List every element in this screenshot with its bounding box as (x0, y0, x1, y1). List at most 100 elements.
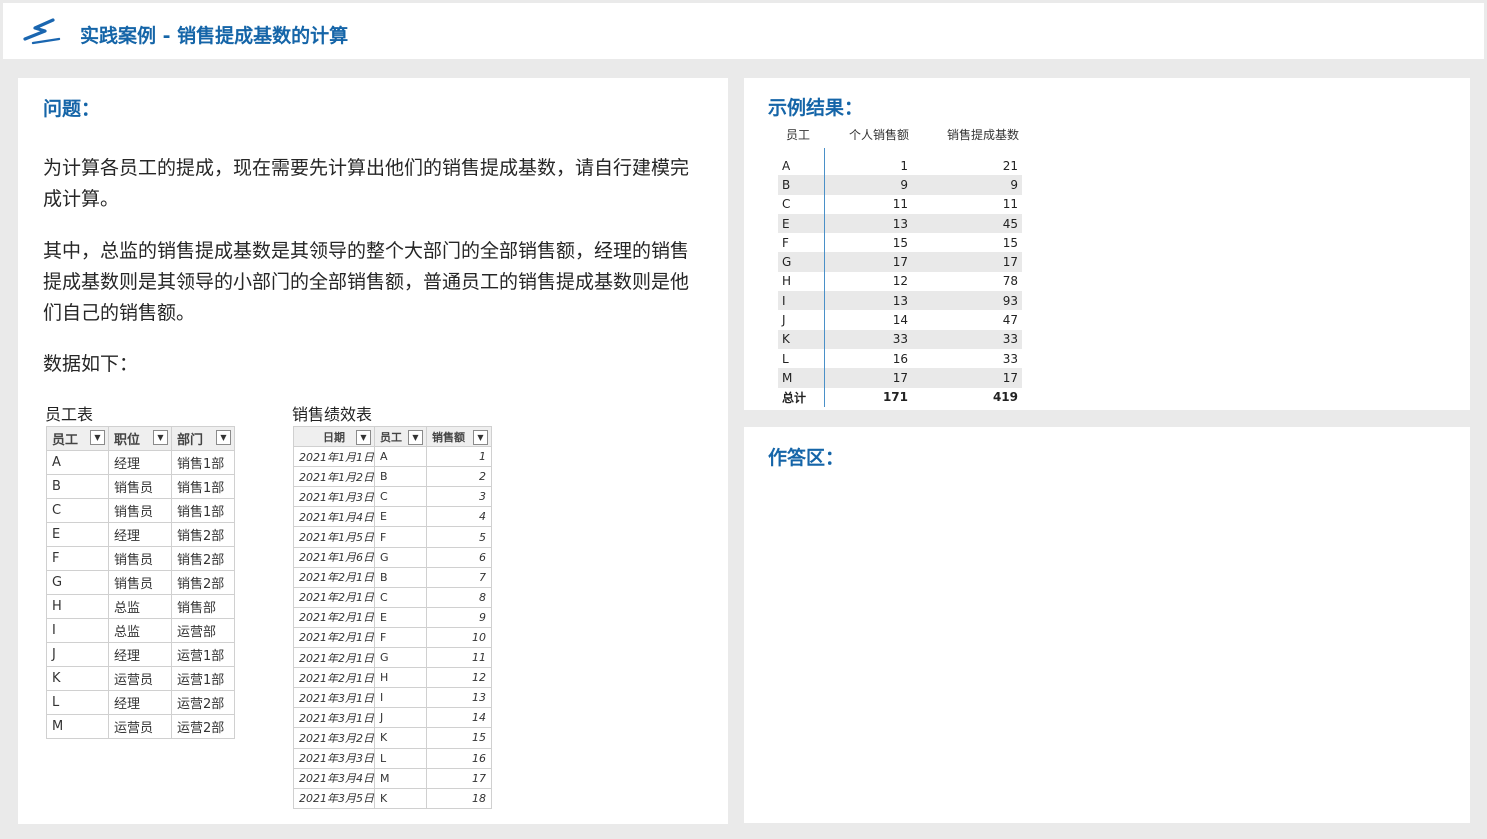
table-cell: 33 (824, 329, 912, 349)
employee-table-caption: 员工表 (45, 405, 94, 424)
table-cell: 2021年3月5日 (293, 787, 375, 809)
table-row: 2021年1月4日 E 4 (293, 506, 492, 528)
table-cell: 4 (426, 506, 492, 528)
table-cell: 销售1部 (171, 450, 235, 475)
table-cell: 17 (426, 767, 492, 789)
table-cell: 销售员 (108, 546, 172, 571)
table-row: 2021年3月2日 K 15 (293, 727, 492, 749)
table-cell: K (46, 666, 109, 691)
table-cell: 1 (900, 158, 908, 173)
table-row: H 12 78 (778, 271, 1022, 292)
table-row: B 销售员 销售1部 (46, 474, 235, 499)
filter-dropdown-icon[interactable]: ▼ (473, 430, 488, 445)
table-row: I 13 93 (778, 291, 1022, 311)
page-title: 实践案例 - 销售提成基数的计算 (80, 25, 349, 47)
filter-dropdown-icon[interactable]: ▼ (356, 430, 371, 445)
table-cell: 11 (426, 647, 492, 669)
table-row: 2021年3月5日 K 18 (293, 787, 492, 809)
table-cell: 运营1部 (171, 642, 235, 667)
table-row: 2021年2月1日 H 12 (293, 667, 492, 689)
table-row: 2021年1月3日 C 3 (293, 486, 492, 508)
table-row: M 17 17 (778, 368, 1022, 388)
table-row: F 15 15 (778, 233, 1022, 253)
answer-panel[interactable]: 作答区： (744, 427, 1470, 823)
table-cell: 93 (912, 291, 1022, 311)
table-cell: 14 (892, 313, 908, 328)
table-row: F 销售员 销售2部 (46, 546, 235, 571)
table-cell: 9 (426, 606, 492, 628)
table-cell: B (46, 474, 109, 499)
column-label: 员工 (380, 430, 402, 444)
table-cell: F (778, 233, 825, 253)
answer-heading: 作答区： (768, 447, 845, 469)
table-row: E 经理 销售2部 (46, 522, 235, 547)
table-cell: A (46, 450, 109, 475)
table-cell: M (46, 714, 109, 739)
date-col-header: 日期 ▼ (293, 425, 375, 448)
table-cell: 17 (912, 368, 1022, 388)
table-cell: A (374, 446, 427, 468)
table-cell: 2021年2月1日 (293, 566, 375, 588)
filter-dropdown-icon[interactable]: ▼ (153, 430, 168, 445)
table-row: 2021年3月3日 L 16 (293, 747, 492, 769)
result-table-header: 员工 个人销售额 销售提成基数 (778, 120, 1022, 148)
table-cell: 8 (426, 586, 492, 608)
table-cell: G (374, 647, 427, 669)
table-cell: 销售员 (108, 474, 172, 499)
table-cell: 2021年3月4日 (293, 767, 375, 789)
header-spacer (778, 148, 1022, 156)
table-row: A 经理 销售1部 (46, 450, 235, 475)
table-cell: 6 (426, 546, 492, 568)
table-cell: 3 (426, 486, 492, 508)
table-cell: 经理 (108, 522, 172, 547)
table-cell: 16 (892, 351, 908, 366)
table-cell: L (46, 690, 109, 715)
table-cell: 7 (426, 566, 492, 588)
table-cell: H (778, 271, 825, 292)
table-cell: K (778, 329, 825, 349)
table-cell: H (374, 667, 427, 689)
table-cell: 运营2部 (171, 690, 235, 715)
filter-dropdown-icon[interactable]: ▼ (90, 430, 105, 445)
table-row: C 11 11 (778, 194, 1022, 214)
table-row: G 17 17 (778, 252, 1022, 272)
example-result-panel: 示例结果： 员工 个人销售额 销售提成基数 A 1 21 B 9 9 C 11 11 E 13 45 F… (744, 78, 1470, 410)
table-cell: 1 (426, 446, 492, 468)
table-cell: 33 (912, 329, 1022, 349)
table-row: 2021年2月1日 F 10 (293, 626, 492, 649)
table-cell: 销售2部 (171, 522, 235, 547)
table-cell: 47 (1002, 313, 1018, 328)
table-cell: 2021年2月1日 (293, 667, 375, 689)
table-cell: I (778, 291, 825, 311)
table-row: K 运营员 运营1部 (46, 666, 235, 691)
table-cell: 2021年3月3日 (293, 747, 375, 769)
question-paragraph-2: 其中，总监的销售提成基数是其领导的整个大部门的全部销售额，经理的销售提成基数则是… (43, 240, 690, 324)
table-cell: J (46, 642, 109, 667)
table-cell: 12 (892, 274, 908, 289)
table-cell: L (374, 747, 427, 769)
table-cell: K (374, 787, 427, 809)
table-cell: 2021年3月2日 (293, 727, 375, 749)
table-cell: J (374, 707, 427, 729)
filter-dropdown-icon[interactable]: ▼ (408, 430, 423, 445)
table-row: 2021年1月5日 F 5 (293, 526, 492, 548)
table-cell: 17 (824, 252, 912, 272)
table-cell: G (778, 252, 825, 272)
total-row: 总计 171 419 (778, 387, 1022, 407)
table-cell: 17 (824, 368, 912, 388)
table-cell: 11 (1002, 197, 1018, 212)
table-row: 2021年3月4日 M 17 (293, 767, 492, 789)
table-cell: E (46, 522, 109, 547)
table-cell: 2021年1月2日 (293, 466, 375, 488)
table-cell: 45 (912, 213, 1022, 234)
table-row: J 经理 运营1部 (46, 642, 235, 667)
column-label: 员工 (52, 433, 79, 448)
header-bar: 实践案例 - 销售提成基数的计算 (3, 3, 1484, 59)
filter-dropdown-icon[interactable]: ▼ (216, 430, 231, 445)
amount-col-header: 销售额 ▼ (426, 425, 492, 448)
table-cell: 17 (912, 252, 1022, 272)
table-cell: 2021年3月1日 (293, 687, 375, 709)
table-row: 2021年3月1日 J 14 (293, 707, 492, 729)
table-cell: 12 (426, 667, 492, 689)
employee-col-header: 员工 (786, 127, 811, 142)
